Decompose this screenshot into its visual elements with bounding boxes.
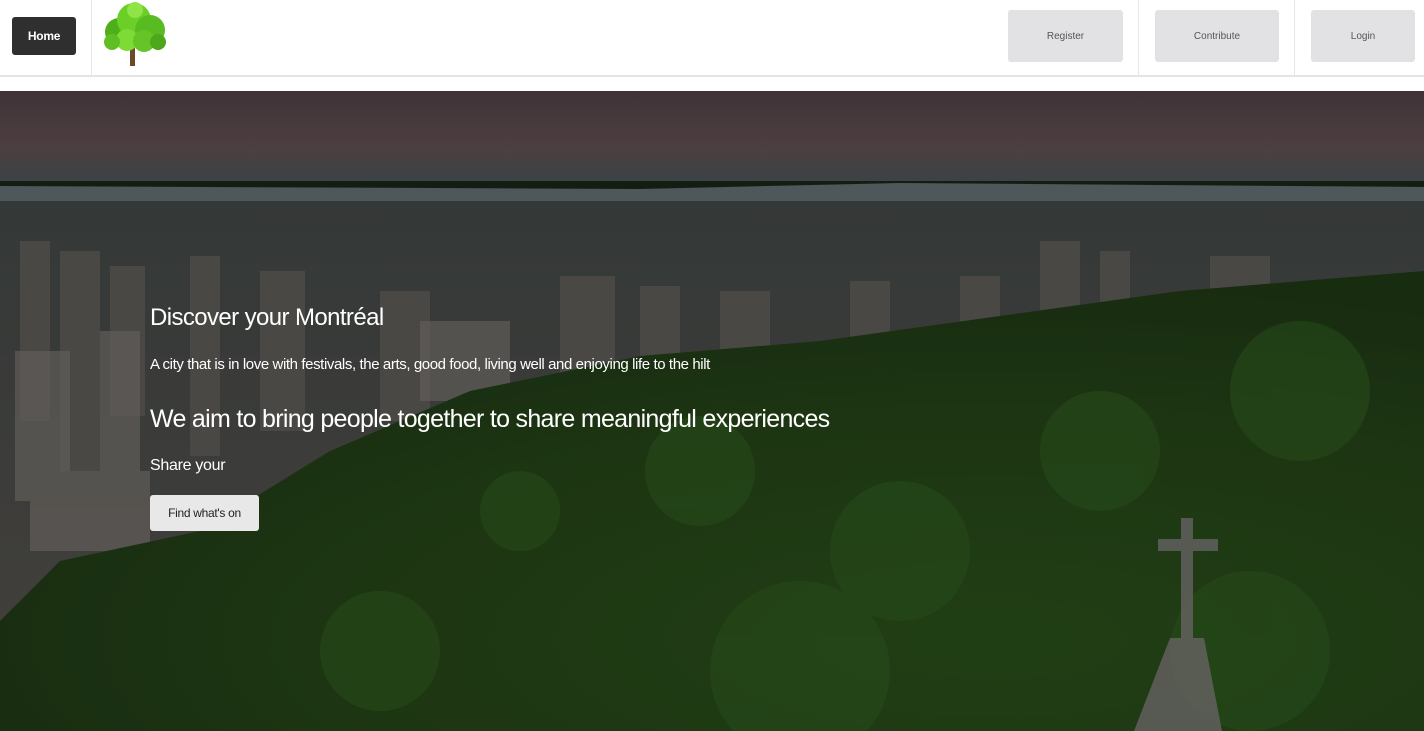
top-navbar: Home Register Contribute Login xyxy=(0,0,1424,77)
hero-aim-heading: We aim to bring people together to share… xyxy=(150,405,830,433)
nav-divider xyxy=(1294,0,1295,75)
hero-share-text: Share your xyxy=(150,457,226,474)
find-whats-on-button[interactable]: Find what's on xyxy=(150,495,259,531)
nav-divider xyxy=(1138,0,1139,75)
login-button[interactable]: Login xyxy=(1311,10,1415,62)
contribute-button[interactable]: Contribute xyxy=(1155,10,1279,62)
home-button[interactable]: Home xyxy=(12,17,76,55)
hero-section: Discover your Montréal A city that is in… xyxy=(0,91,1424,731)
nav-divider xyxy=(91,0,92,75)
hero-title: Discover your Montréal xyxy=(150,304,384,331)
hero-tagline: A city that is in love with festivals, t… xyxy=(150,356,710,373)
register-button[interactable]: Register xyxy=(1008,10,1123,62)
tree-logo-icon[interactable] xyxy=(97,2,171,68)
